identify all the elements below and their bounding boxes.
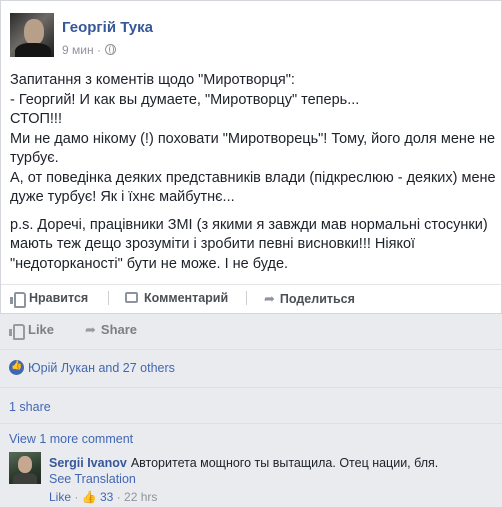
separator-dot: · xyxy=(74,490,82,504)
comment-icon xyxy=(125,292,138,303)
post-author-name[interactable]: Георгій Тука xyxy=(62,19,153,36)
comment-author[interactable]: Sergii Ivanov xyxy=(49,456,127,470)
separator-dot: · xyxy=(116,490,125,504)
embed-like-label: Нравится xyxy=(29,291,89,305)
embed-comment-label: Комментарий xyxy=(144,291,229,305)
divider xyxy=(0,387,502,388)
like-button[interactable]: Like xyxy=(9,322,55,340)
shares-count[interactable]: 1 share xyxy=(9,400,51,414)
globe-icon xyxy=(104,44,116,55)
share-arrow-icon: ➦ xyxy=(264,291,275,306)
action-divider xyxy=(246,291,247,305)
embed-share-button[interactable]: ➦ Поделиться xyxy=(264,291,355,307)
separator-dot: · xyxy=(96,43,101,57)
embed-action-bar: Нравится Комментарий ➦ Поделиться xyxy=(1,284,501,312)
author-avatar[interactable] xyxy=(10,13,54,57)
like-badge-icon xyxy=(9,360,24,375)
see-translation-link[interactable]: See Translation xyxy=(49,472,136,486)
comment-like-link[interactable]: Like xyxy=(49,490,71,504)
avatar-face xyxy=(18,456,32,473)
avatar-face xyxy=(24,19,44,45)
like-label: Like xyxy=(28,322,55,337)
divider xyxy=(0,349,502,350)
thumbs-up-icon xyxy=(9,324,25,340)
avatar-coat xyxy=(15,43,51,57)
comment-like-count[interactable]: 33 xyxy=(100,490,113,504)
post-paragraph: Запитання з коментів щодо "Миротворця": … xyxy=(10,72,496,205)
share-button[interactable]: ➦ Share xyxy=(85,322,137,338)
divider xyxy=(0,423,502,424)
comment-text: Авторитета мощного ты вытащила. Отец нац… xyxy=(130,456,439,470)
post-meta: 9 мин · xyxy=(62,43,116,57)
thumbs-up-icon: 👍 xyxy=(81,490,97,504)
commenter-avatar[interactable] xyxy=(9,452,41,484)
post-time[interactable]: 9 мин xyxy=(62,43,94,57)
comment-meta: Like · 👍 33 · 22 hrs xyxy=(49,490,157,504)
post-body: Запитання з коментів щодо "Миротворця": … xyxy=(10,71,496,282)
embed-like-button[interactable]: Нравится xyxy=(10,291,89,308)
embed-comment-button[interactable]: Комментарий xyxy=(125,291,228,305)
post-paragraph: p.s. Доречі, працівники ЗМІ (з якими я з… xyxy=(10,216,488,272)
comment: Sergii Ivanov Авторитета мощного ты вытащ… xyxy=(49,456,438,470)
view-more-comments-link[interactable]: View 1 more comment xyxy=(9,432,133,446)
share-arrow-icon: ➦ xyxy=(85,322,96,337)
reactions-text: Юрій Лукан and 27 others xyxy=(28,361,175,375)
shared-post-card: Георгій Тука 9 мин · Запитання з коменті… xyxy=(0,0,502,314)
thumbs-up-icon xyxy=(10,292,26,308)
share-label: Share xyxy=(100,322,138,337)
reactions-summary[interactable]: Юрій Лукан and 27 others xyxy=(9,360,175,375)
avatar-body xyxy=(13,473,37,484)
action-divider xyxy=(108,291,109,305)
embed-share-label: Поделиться xyxy=(279,292,355,306)
comment-time[interactable]: 22 hrs xyxy=(124,490,157,504)
